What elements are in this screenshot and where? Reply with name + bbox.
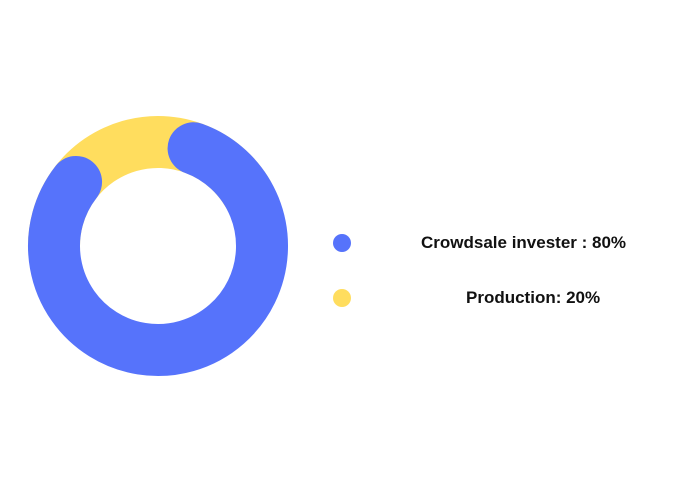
legend-dot-icon (333, 289, 351, 307)
donut-slice-crowdsale-invester (28, 122, 288, 376)
legend-label: Production: 20% (466, 288, 601, 307)
legend-label: Crowdsale invester : 80% (421, 233, 627, 252)
legend-item-production: Production: 20% (333, 287, 673, 309)
legend-dot-icon (333, 234, 351, 252)
legend-item-crowdsale-invester: Crowdsale invester : 80% (333, 232, 673, 254)
